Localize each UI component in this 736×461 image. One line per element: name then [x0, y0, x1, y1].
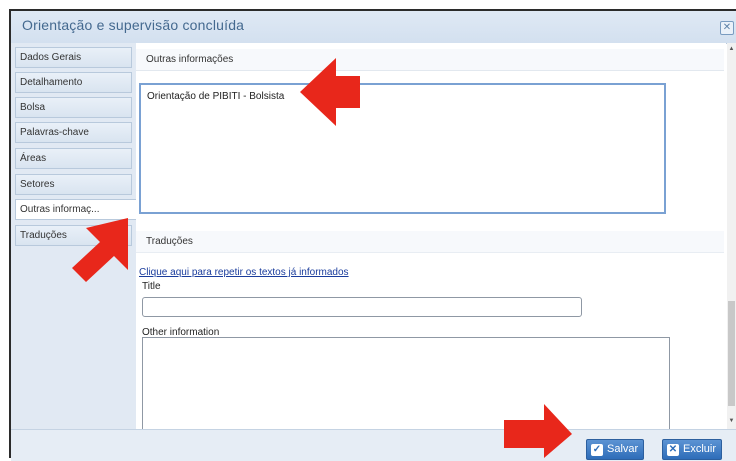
red-arrow-pointing-right-icon: [504, 404, 572, 458]
save-button[interactable]: ✓ Salvar: [586, 439, 645, 460]
tab-bolsa[interactable]: Bolsa: [15, 97, 132, 118]
section-header-traducoes: Traduções: [136, 231, 724, 253]
tab-palavras-chave[interactable]: Palavras-chave: [15, 122, 132, 143]
delete-button[interactable]: ✕ Excluir: [662, 439, 723, 460]
outras-informacoes-textarea[interactable]: [139, 83, 666, 214]
red-arrow-pointing-left-icon: [300, 58, 360, 126]
section-header-outras-informacoes: Outras informações: [136, 49, 724, 71]
tab-setores[interactable]: Setores: [15, 174, 132, 195]
scroll-up-icon[interactable]: ▲: [728, 45, 735, 53]
dialog-titlebar: Orientação e supervisão concluída ✕: [11, 11, 736, 44]
scroll-down-icon[interactable]: ▼: [728, 417, 735, 425]
delete-button-label: Excluir: [683, 443, 717, 455]
other-information-textarea[interactable]: [142, 337, 670, 433]
save-button-label: Salvar: [607, 443, 639, 455]
dialog-footer: ✓ Salvar ✕ Excluir: [11, 429, 736, 461]
tab-areas[interactable]: Áreas: [15, 148, 132, 169]
main-content: Outras informações Traduções Clique aqui…: [136, 43, 726, 433]
repeat-texts-link[interactable]: Clique aqui para repetir os textos já in…: [139, 267, 349, 278]
delete-icon: ✕: [667, 443, 679, 456]
title-label: Title: [142, 281, 161, 292]
title-input[interactable]: [142, 297, 582, 317]
tab-dados-gerais[interactable]: Dados Gerais: [15, 47, 132, 68]
scrollbar-thumb[interactable]: [728, 301, 735, 406]
check-icon: ✓: [591, 443, 603, 456]
close-icon[interactable]: ✕: [720, 21, 734, 35]
tab-detalhamento[interactable]: Detalhamento: [15, 72, 132, 93]
dialog-title: Orientação e supervisão concluída: [22, 17, 245, 33]
red-arrow-pointing-up-right-icon: [72, 218, 128, 282]
vertical-scrollbar[interactable]: ▲ ▼: [727, 43, 736, 429]
